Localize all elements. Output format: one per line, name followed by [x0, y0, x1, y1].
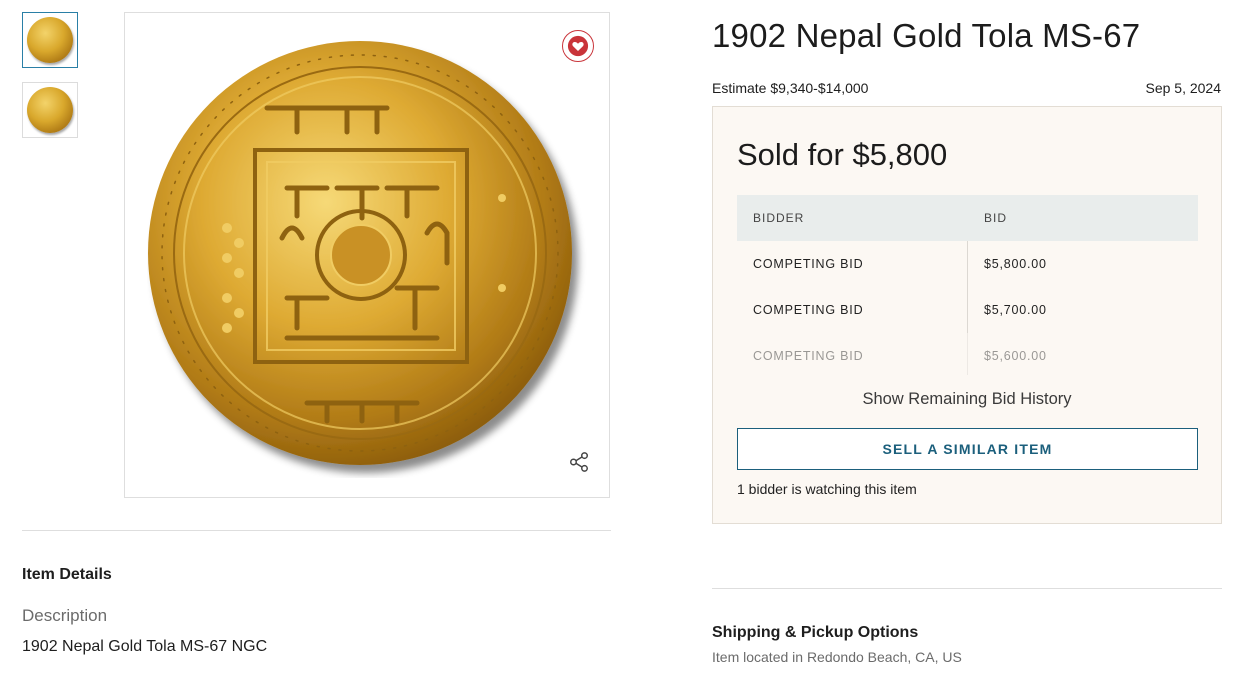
show-bid-history-link[interactable]: Show Remaining Bid History [713, 390, 1221, 409]
lot-title: 1902 Nepal Gold Tola MS-67 [712, 17, 1141, 54]
bidder-cell: COMPETING BID [737, 333, 968, 375]
watching-count: 1 bidder is watching this item [737, 481, 917, 497]
table-row: COMPETING BID $5,700.00 [737, 287, 1198, 333]
sale-date: Sep 5, 2024 [1145, 80, 1221, 96]
bid-cell: $5,800.00 [984, 257, 1047, 271]
thumbnail-obverse[interactable] [22, 12, 78, 68]
description-label: Description [22, 606, 108, 625]
bid-history-table[interactable]: BIDDER BID COMPETING BID $5,800.00 COMPE… [737, 195, 1198, 375]
bidder-cell: COMPETING BID [737, 241, 968, 287]
item-details-heading: Item Details [22, 566, 112, 583]
section-divider [22, 530, 611, 531]
coin-thumbnail-image [27, 17, 73, 63]
estimate-text: Estimate $9,340-$14,000 [712, 80, 869, 96]
bid-cell: $5,700.00 [984, 303, 1047, 317]
table-row: COMPETING BID $5,600.00 [737, 333, 1198, 375]
item-location: Item located in Redondo Beach, CA, US [712, 649, 962, 665]
bid-table-header: BIDDER BID [737, 195, 1198, 241]
bid-column-header: BID [984, 211, 1008, 225]
share-icon [570, 452, 588, 472]
thumbnail-reverse[interactable] [22, 82, 78, 138]
share-button[interactable] [566, 449, 592, 475]
main-image-viewer[interactable] [124, 12, 610, 498]
section-divider [712, 588, 1222, 589]
heart-icon [567, 35, 589, 57]
description-text: 1902 Nepal Gold Tola MS-67 NGC [22, 638, 268, 655]
table-row: COMPETING BID $5,800.00 [737, 241, 1198, 287]
coin-thumbnail-image [27, 87, 73, 133]
sell-similar-item-button[interactable]: SELL A SIMILAR ITEM [737, 428, 1198, 470]
bidder-cell: COMPETING BID [737, 287, 968, 333]
sold-price: Sold for $5,800 [737, 137, 948, 172]
bid-cell: $5,600.00 [984, 349, 1047, 363]
sold-panel: Sold for $5,800 BIDDER BID COMPETING BID… [712, 106, 1222, 524]
bidder-column-header: BIDDER [753, 211, 805, 225]
favorite-button[interactable] [562, 30, 594, 62]
shipping-heading: Shipping & Pickup Options [712, 624, 919, 641]
gold-coin-image [148, 41, 572, 465]
